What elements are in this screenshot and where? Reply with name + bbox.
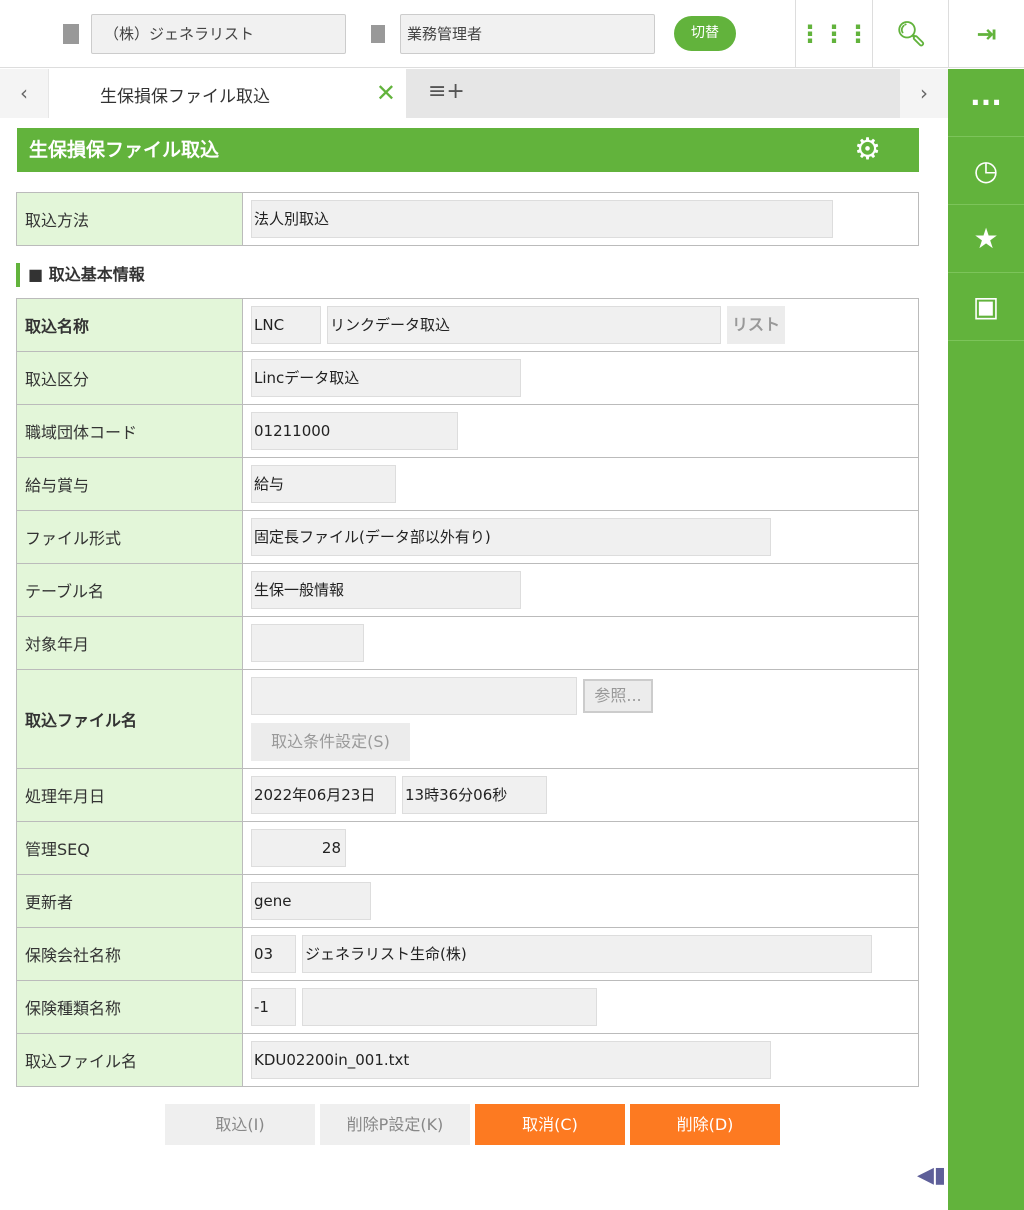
page-title-text: 生保損保ファイル取込	[29, 139, 220, 161]
updater-field[interactable]: gene	[251, 882, 371, 920]
close-icon[interactable]: ✕	[376, 79, 396, 107]
label: 管理SEQ	[17, 822, 243, 874]
target-ym-field[interactable]	[251, 624, 364, 662]
list-button[interactable]: リスト	[727, 306, 785, 344]
search-icon[interactable]: 🔍︎	[872, 0, 949, 68]
back-arrow-icon[interactable]: ◀▮	[917, 1163, 946, 1188]
tab-prev-button[interactable]: ‹	[0, 69, 48, 118]
section-title: ■ 取込基本情報	[16, 263, 145, 287]
name-code-field[interactable]: LNC	[251, 306, 321, 344]
process-date-field[interactable]: 2022年06月23日	[251, 776, 396, 814]
role-field[interactable]: 業務管理者	[400, 14, 655, 54]
import-file-field[interactable]	[251, 677, 577, 715]
process-time-field[interactable]: 13時36分06秒	[402, 776, 547, 814]
seq-field[interactable]: 28	[251, 829, 346, 867]
file-format-field[interactable]: 固定長ファイル(データ部以外有り)	[251, 518, 771, 556]
kubun-field[interactable]: Lincデータ取込	[251, 359, 521, 397]
logout-icon[interactable]: ⇥	[948, 0, 1024, 68]
label: テーブル名	[17, 564, 243, 616]
history-icon[interactable]: ◷	[948, 137, 1024, 205]
method-field[interactable]: 法人別取込	[251, 200, 833, 238]
browse-button[interactable]: 参照...	[583, 679, 653, 713]
tab-label: 生保損保ファイル取込	[100, 87, 270, 107]
label: 取込方法	[17, 193, 243, 245]
label: 保険種類名称	[17, 981, 243, 1033]
label: 取込名称	[17, 299, 243, 351]
insurer-code-field[interactable]: 03	[251, 935, 296, 973]
top-bar: （株）ジェネラリスト 業務管理者 切替 ⋮⋮⋮ 🔍︎ ⇥	[0, 0, 1024, 68]
label: 職域団体コード	[17, 405, 243, 457]
inbox-icon[interactable]: ▣	[948, 273, 1024, 341]
tab-bar: ‹ 生保損保ファイル取込 ✕ ≡+ ›	[0, 69, 948, 118]
building-icon	[63, 24, 79, 44]
delete-p-setting-button[interactable]: 削除P設定(K)	[320, 1104, 470, 1145]
gear-icon[interactable]: ⚙	[854, 128, 881, 172]
method-table: 取込方法 法人別取込	[16, 192, 919, 246]
form-table: 取込名称 LNC リンクデータ取込 リスト 取込区分 Lincデータ取込 職域団体コ…	[16, 298, 919, 1087]
label: 給与賞与	[17, 458, 243, 510]
name-field[interactable]: リンクデータ取込	[327, 306, 721, 344]
label: ファイル形式	[17, 511, 243, 563]
ins-type-code-field[interactable]: -1	[251, 988, 296, 1026]
pay-field[interactable]: 給与	[251, 465, 396, 503]
more-icon[interactable]: ···	[948, 69, 1024, 137]
label: 更新者	[17, 875, 243, 927]
cancel-button[interactable]: 取消(C)	[475, 1104, 625, 1145]
right-sidebar: ··· ◷ ★ ▣	[948, 69, 1024, 1210]
tab-active[interactable]: 生保損保ファイル取込 ✕	[49, 69, 406, 118]
label: 取込ファイル名	[17, 1034, 243, 1086]
apps-grid-icon[interactable]: ⋮⋮⋮	[795, 0, 872, 68]
label: 取込ファイル名	[17, 670, 243, 768]
clipboard-icon	[371, 25, 385, 43]
ins-type-name-field[interactable]	[302, 988, 597, 1026]
label: 処理年月日	[17, 769, 243, 821]
org-code-field[interactable]: 01211000	[251, 412, 458, 450]
condition-button[interactable]: 取込条件設定(S)	[251, 723, 410, 761]
company-field[interactable]: （株）ジェネラリスト	[91, 14, 346, 54]
switch-button[interactable]: 切替	[674, 16, 736, 51]
page-title: 生保損保ファイル取込 ⚙	[17, 128, 919, 172]
label: 対象年月	[17, 617, 243, 669]
add-tab-icon[interactable]: ≡+	[428, 79, 465, 104]
table-name-field[interactable]: 生保一般情報	[251, 571, 521, 609]
star-icon[interactable]: ★	[948, 205, 1024, 273]
insurer-name-field[interactable]: ジェネラリスト生命(株)	[302, 935, 872, 973]
tab-next-button[interactable]: ›	[900, 69, 948, 118]
delete-button[interactable]: 削除(D)	[630, 1104, 780, 1145]
import-button[interactable]: 取込(I)	[165, 1104, 315, 1145]
label: 取込区分	[17, 352, 243, 404]
label: 保険会社名称	[17, 928, 243, 980]
file-name-field[interactable]: KDU02200in_001.txt	[251, 1041, 771, 1079]
